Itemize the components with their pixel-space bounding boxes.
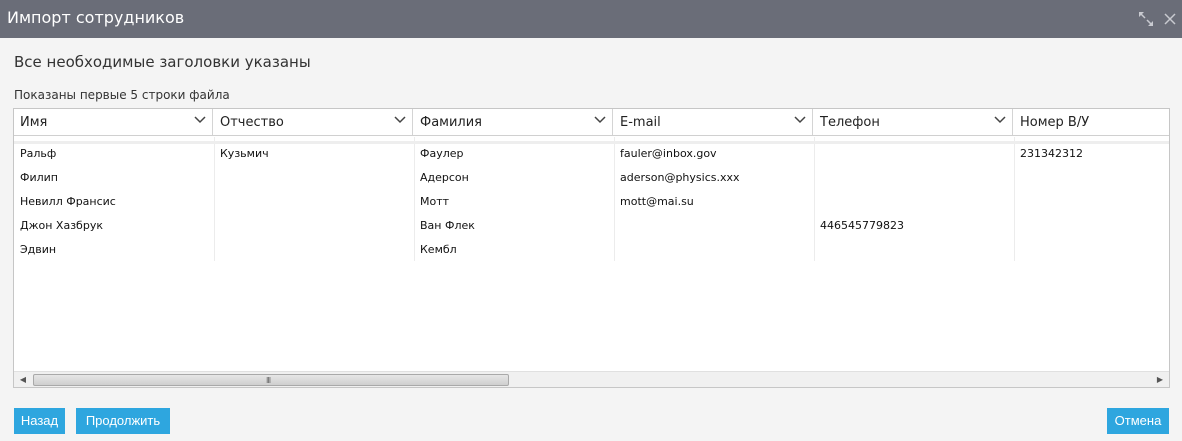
table-row[interactable]: Эдвин Кембл — [14, 239, 1169, 263]
scrollbar-thumb[interactable]: III — [33, 374, 509, 386]
cell-last-name: Кембл — [420, 243, 457, 256]
cell-license-number: 231342312 — [1020, 147, 1083, 160]
grid-header: Имя Отчество Фамилия E-mail Телефон Номе… — [14, 109, 1169, 136]
cell-patronymic — [214, 167, 414, 191]
column-header-label: Отчество — [220, 115, 284, 130]
cell-first-name: Невилл Франсис — [20, 195, 116, 208]
column-header-license-number[interactable]: Номер В/У — [1014, 109, 1169, 135]
cell-phone: 446545779823 — [820, 219, 904, 232]
cell-email — [614, 215, 814, 239]
expand-icon[interactable] — [1137, 10, 1155, 28]
scroll-right-arrow-icon[interactable]: ▶ — [1153, 373, 1167, 387]
cell-last-name: Фаулер — [420, 147, 464, 160]
back-button[interactable]: Назад — [14, 408, 65, 434]
cell-phone — [814, 239, 1014, 263]
cell-patronymic: Кузьмич — [220, 147, 269, 160]
cell-patronymic — [214, 215, 414, 239]
table-row[interactable]: Джон Хазбрук Ван Флек 446545779823 — [14, 215, 1169, 239]
column-header-label: Телефон — [820, 115, 880, 130]
cell-phone — [814, 167, 1014, 191]
cell-first-name: Эдвин — [20, 243, 57, 256]
expand-icon-svg — [1139, 12, 1153, 26]
window-title: Импорт сотрудников — [7, 8, 185, 27]
chevron-down-icon — [994, 116, 1006, 124]
chevron-down-icon — [794, 116, 806, 124]
cell-license-number — [1014, 167, 1169, 191]
preview-grid: Имя Отчество Фамилия E-mail Телефон Номе… — [13, 108, 1170, 388]
table-row[interactable]: Невилл Франсис Мотт mott@mai.su — [14, 191, 1169, 215]
status-heading: Все необходимые заголовки указаны — [14, 53, 311, 71]
column-header-last-name[interactable]: Фамилия — [414, 109, 613, 135]
chevron-down-icon — [394, 116, 406, 124]
cell-last-name: Адерсон — [420, 171, 469, 184]
column-header-phone[interactable]: Телефон — [814, 109, 1013, 135]
column-header-label: Номер В/У — [1020, 115, 1090, 130]
chevron-down-icon — [194, 116, 206, 124]
cell-phone — [814, 191, 1014, 215]
cell-first-name: Джон Хазбрук — [20, 219, 103, 232]
table-row[interactable]: Филип Адерсон aderson@physics.xxx — [14, 167, 1169, 191]
cell-license-number — [1014, 239, 1169, 263]
cell-phone — [814, 143, 1014, 167]
window-titlebar: Импорт сотрудников — [0, 0, 1182, 38]
column-header-email[interactable]: E-mail — [614, 109, 813, 135]
table-row[interactable]: Ральф Кузьмич Фаулер fauler@inbox.gov 23… — [14, 143, 1169, 167]
cell-email: fauler@inbox.gov — [620, 147, 717, 160]
horizontal-scrollbar[interactable]: ◀ III ▶ — [14, 371, 1169, 387]
cell-last-name: Мотт — [420, 195, 450, 208]
cell-email: mott@mai.su — [620, 195, 694, 208]
scroll-left-arrow-icon[interactable]: ◀ — [16, 373, 30, 387]
cell-license-number — [1014, 191, 1169, 215]
column-header-first-name[interactable]: Имя — [14, 109, 213, 135]
cell-first-name: Филип — [20, 171, 58, 184]
grid-body: Ральф Кузьмич Фаулер fauler@inbox.gov 23… — [14, 137, 1169, 263]
close-icon[interactable] — [1161, 10, 1179, 28]
column-header-label: Имя — [20, 115, 48, 130]
chevron-down-icon — [594, 116, 606, 124]
cell-email — [614, 239, 814, 263]
cell-last-name: Ван Флек — [420, 219, 475, 232]
column-header-patronymic[interactable]: Отчество — [214, 109, 413, 135]
continue-button[interactable]: Продолжить — [76, 408, 170, 434]
cell-email: aderson@physics.xxx — [620, 171, 740, 184]
close-icon-svg — [1164, 13, 1176, 25]
cell-patronymic — [214, 239, 414, 263]
column-header-label: E-mail — [620, 115, 661, 130]
preview-caption: Показаны первые 5 строки файла — [14, 88, 230, 102]
cell-first-name: Ральф — [20, 147, 57, 160]
cell-license-number — [1014, 215, 1169, 239]
scrollbar-grip: III — [266, 376, 271, 385]
cell-patronymic — [214, 191, 414, 215]
cancel-button[interactable]: Отмена — [1107, 408, 1169, 434]
column-header-label: Фамилия — [420, 115, 482, 130]
